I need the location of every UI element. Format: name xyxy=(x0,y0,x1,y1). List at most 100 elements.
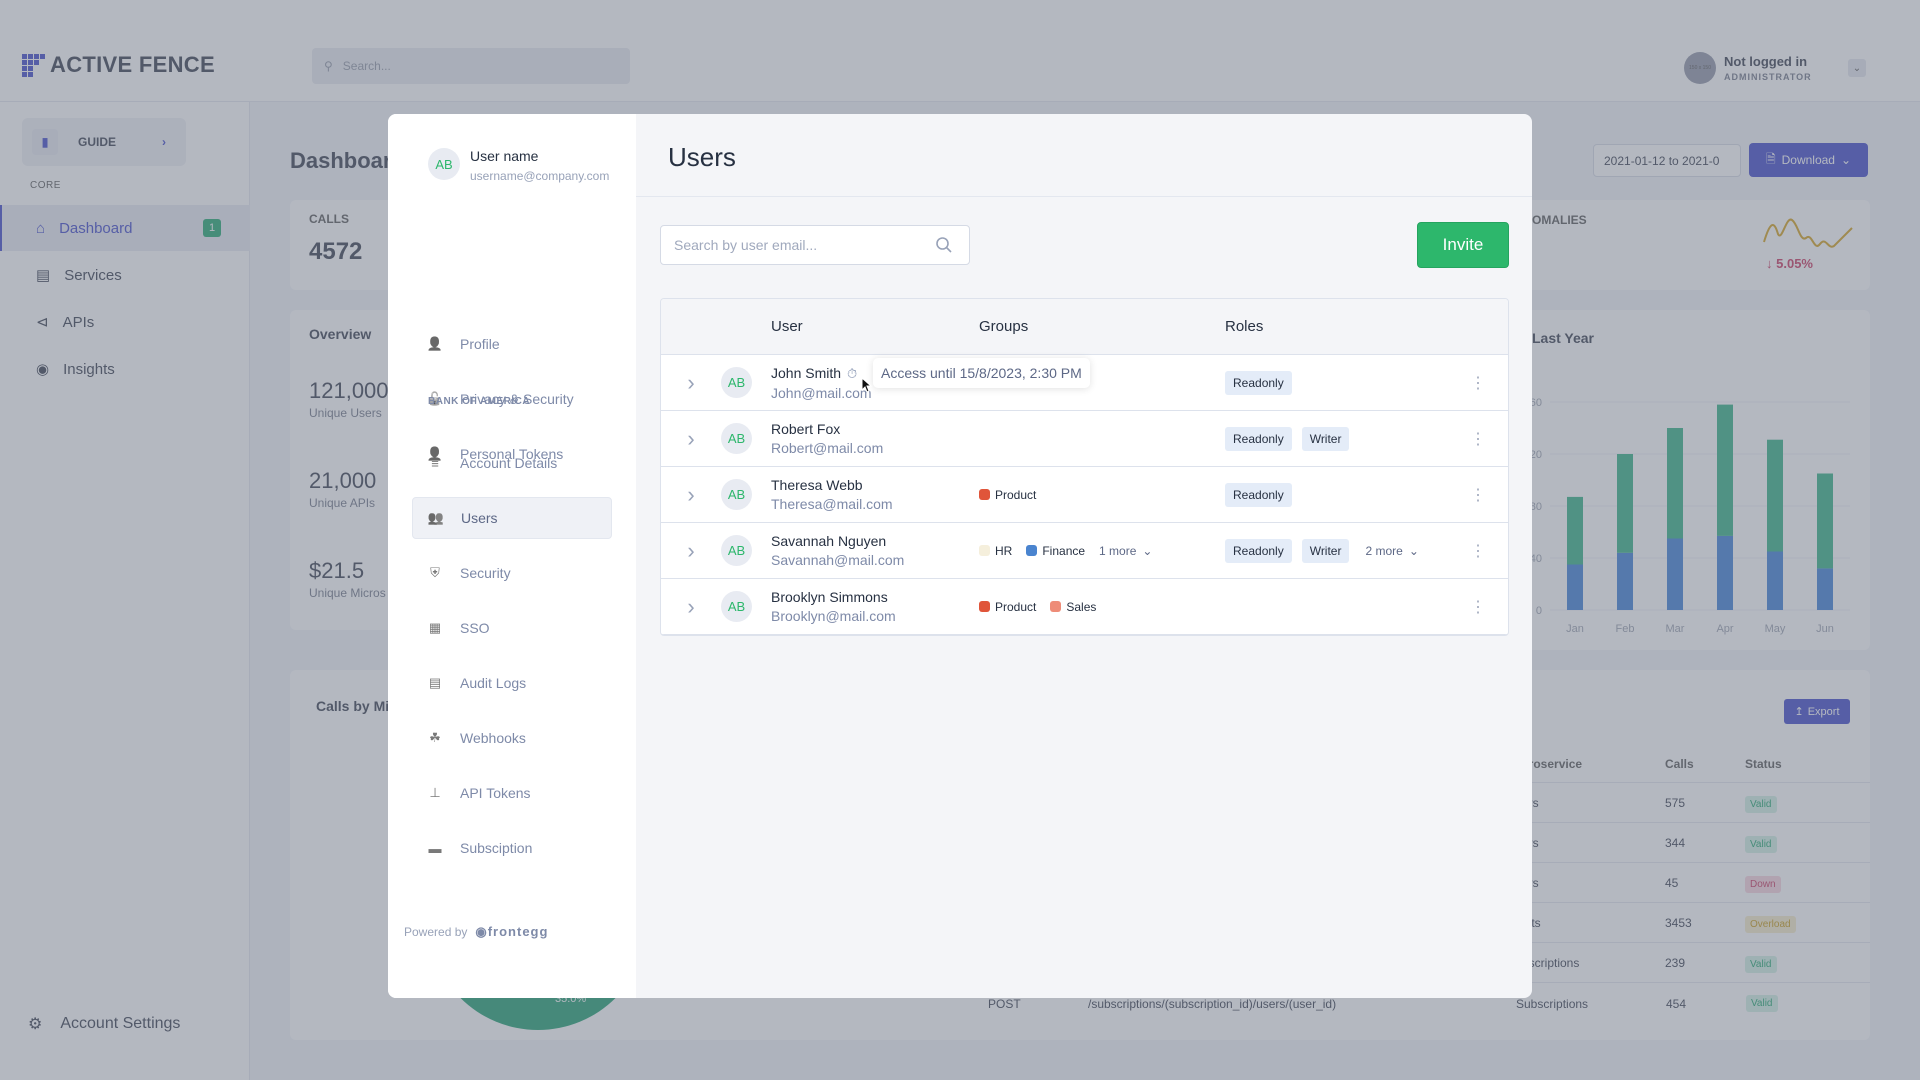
group-tag: Sales xyxy=(1050,600,1096,614)
group-name: HR xyxy=(995,543,1013,558)
expand-row-icon[interactable]: › xyxy=(661,482,721,508)
groups-cell: Product Sales xyxy=(979,600,1225,614)
avatar-cell: AB xyxy=(721,479,771,510)
portal-user-email: username@company.com xyxy=(470,169,610,183)
hierarchy-icon: ⊥ xyxy=(429,785,441,800)
groups-cell: Product xyxy=(979,488,1225,502)
portal-menu-item-label: Subsciption xyxy=(460,840,533,856)
shield-icon: ⛨ xyxy=(430,565,440,580)
more-label: 1 more xyxy=(1099,543,1137,558)
user-cell: Robert Fox Robert@mail.com xyxy=(771,421,979,456)
search-icon[interactable] xyxy=(935,236,953,257)
portal-menu-item-subsciption[interactable]: ▬ Subsciption xyxy=(412,827,612,869)
portal-menu-item-profile[interactable]: 👤 Profile xyxy=(412,323,612,365)
portal-menu-item-label: Account Details xyxy=(460,455,558,471)
user-email: Brooklyn@mail.com xyxy=(771,608,896,624)
portal-menu-item-label: Profile xyxy=(460,336,500,352)
portal-menu-item-sso[interactable]: ▦ SSO xyxy=(412,607,612,649)
group-name: Product xyxy=(995,599,1037,614)
avatar-cell: AB xyxy=(721,367,771,398)
user-cell: Savannah Nguyen Savannah@mail.com xyxy=(771,533,979,568)
kebab-icon: ⋮ xyxy=(1470,486,1486,504)
portal-menu-item-account-details[interactable]: ≡ Account Details xyxy=(412,442,612,484)
row-actions-menu[interactable]: ⋮ xyxy=(1465,373,1508,393)
expand-row-icon[interactable]: › xyxy=(661,538,721,564)
role-tag: Readonly xyxy=(1225,482,1292,507)
group-name: Finance xyxy=(1042,543,1086,558)
portal-menu-item-label: Webhooks xyxy=(460,730,526,746)
row-actions-menu[interactable]: ⋮ xyxy=(1465,485,1508,505)
user-search-input[interactable] xyxy=(674,237,924,253)
role-tag: Readonly xyxy=(1225,370,1292,395)
access-tooltip: Access until 15/8/2023, 2:30 PM xyxy=(873,358,1090,388)
roles-more-toggle[interactable]: 2 more ⌄ xyxy=(1365,544,1418,558)
portal-menu-item-label: Security xyxy=(460,565,511,581)
row-actions-menu[interactable]: ⋮ xyxy=(1465,429,1508,449)
kebab-icon: ⋮ xyxy=(1470,430,1486,448)
invite-button[interactable]: Invite xyxy=(1417,222,1509,268)
group-color-dot xyxy=(979,545,990,556)
portal-menu-item-label: SSO xyxy=(460,620,490,636)
chevron-down-icon: ⌄ xyxy=(1142,543,1153,558)
user-name-text: Savannah Nguyen xyxy=(771,533,887,549)
groups-more-toggle[interactable]: 1 more ⌄ xyxy=(1099,544,1152,558)
admin-portal-modal: AB User name username@company.com 👤 Profi… xyxy=(388,114,1532,998)
frontegg-brand: frontegg xyxy=(487,924,549,939)
person-icon: 👤 xyxy=(426,336,444,351)
expand-row-icon[interactable]: › xyxy=(661,426,721,452)
user-email: Theresa@mail.com xyxy=(771,496,893,512)
chevron-down-icon: ⌄ xyxy=(1408,543,1419,558)
portal-menu-item-users[interactable]: 👥 Users xyxy=(412,497,612,539)
group-color-dot xyxy=(1026,545,1038,556)
portal-user-name: User name xyxy=(470,148,539,164)
user-cell: Brooklyn Simmons Brooklyn@mail.com xyxy=(771,589,979,624)
avatar: AB xyxy=(721,591,752,622)
user-name-text: Theresa Webb xyxy=(771,477,863,493)
portal-user: AB User name username@company.com xyxy=(428,148,609,183)
powered-by: Powered by ◉frontegg xyxy=(404,924,548,940)
avatar: AB xyxy=(428,148,460,180)
timer-icon[interactable]: ⏱ xyxy=(847,366,857,382)
role-tag: Writer xyxy=(1301,538,1350,563)
group-color-dot xyxy=(979,489,990,500)
webhook-icon: ☘ xyxy=(429,730,441,745)
avatar-cell: AB xyxy=(721,423,771,454)
table-row: › AB Theresa Webb Theresa@mail.com Product Re… xyxy=(661,467,1508,523)
portal-menu-item-audit-logs[interactable]: ▤ Audit Logs xyxy=(412,662,612,704)
users-icon: 👥 xyxy=(427,510,445,525)
sso-icon: ▦ xyxy=(428,620,442,635)
user-name: Theresa Webb xyxy=(771,477,979,493)
role-tag: Readonly xyxy=(1225,538,1292,563)
users-page: Users Invite User Groups Roles ›ABJohn S… xyxy=(636,114,1532,998)
expand-row-icon[interactable]: › xyxy=(661,370,721,396)
users-table: User Groups Roles › AB John Smith ⏱ John@mai… xyxy=(660,298,1509,636)
row-actions-menu[interactable]: ⋮ xyxy=(1465,541,1508,561)
column-header-groups[interactable]: Groups xyxy=(979,318,1225,335)
roles-cell: Readonly xyxy=(1225,370,1465,395)
user-email: Robert@mail.com xyxy=(771,440,884,456)
powered-by-label: Powered by xyxy=(404,925,468,939)
user-name-text: Brooklyn Simmons xyxy=(771,589,888,605)
row-actions-menu[interactable]: ⋮ xyxy=(1465,597,1508,617)
group-name: Sales xyxy=(1066,599,1097,614)
portal-sidebar: AB User name username@company.com 👤 Profi… xyxy=(388,114,636,998)
expand-row-icon[interactable]: › xyxy=(661,594,721,620)
user-email: Savannah@mail.com xyxy=(771,552,905,568)
user-search xyxy=(660,225,970,265)
group-tag: Product xyxy=(979,600,1036,614)
column-header-user[interactable]: User xyxy=(771,318,979,335)
role-tag: Writer xyxy=(1301,426,1350,451)
roles-cell: Readonly Writer xyxy=(1225,426,1465,451)
portal-menu-item-webhooks[interactable]: ☘ Webhooks xyxy=(412,717,612,759)
avatar: AB xyxy=(721,367,752,398)
portal-menu-item-security[interactable]: ⛨ Security xyxy=(412,552,612,594)
column-header-roles[interactable]: Roles xyxy=(1225,318,1465,335)
avatar-cell: AB xyxy=(721,535,771,566)
group-color-dot xyxy=(979,601,990,612)
roles-cell: Readonly Writer 2 more ⌄ xyxy=(1225,538,1465,563)
mouse-cursor-icon xyxy=(861,376,873,398)
kebab-icon: ⋮ xyxy=(1470,542,1486,560)
user-name: Robert Fox xyxy=(771,421,979,437)
roles-cell: Readonly xyxy=(1225,482,1465,507)
portal-menu-item-api-tokens[interactable]: ⊥ API Tokens xyxy=(412,772,612,814)
